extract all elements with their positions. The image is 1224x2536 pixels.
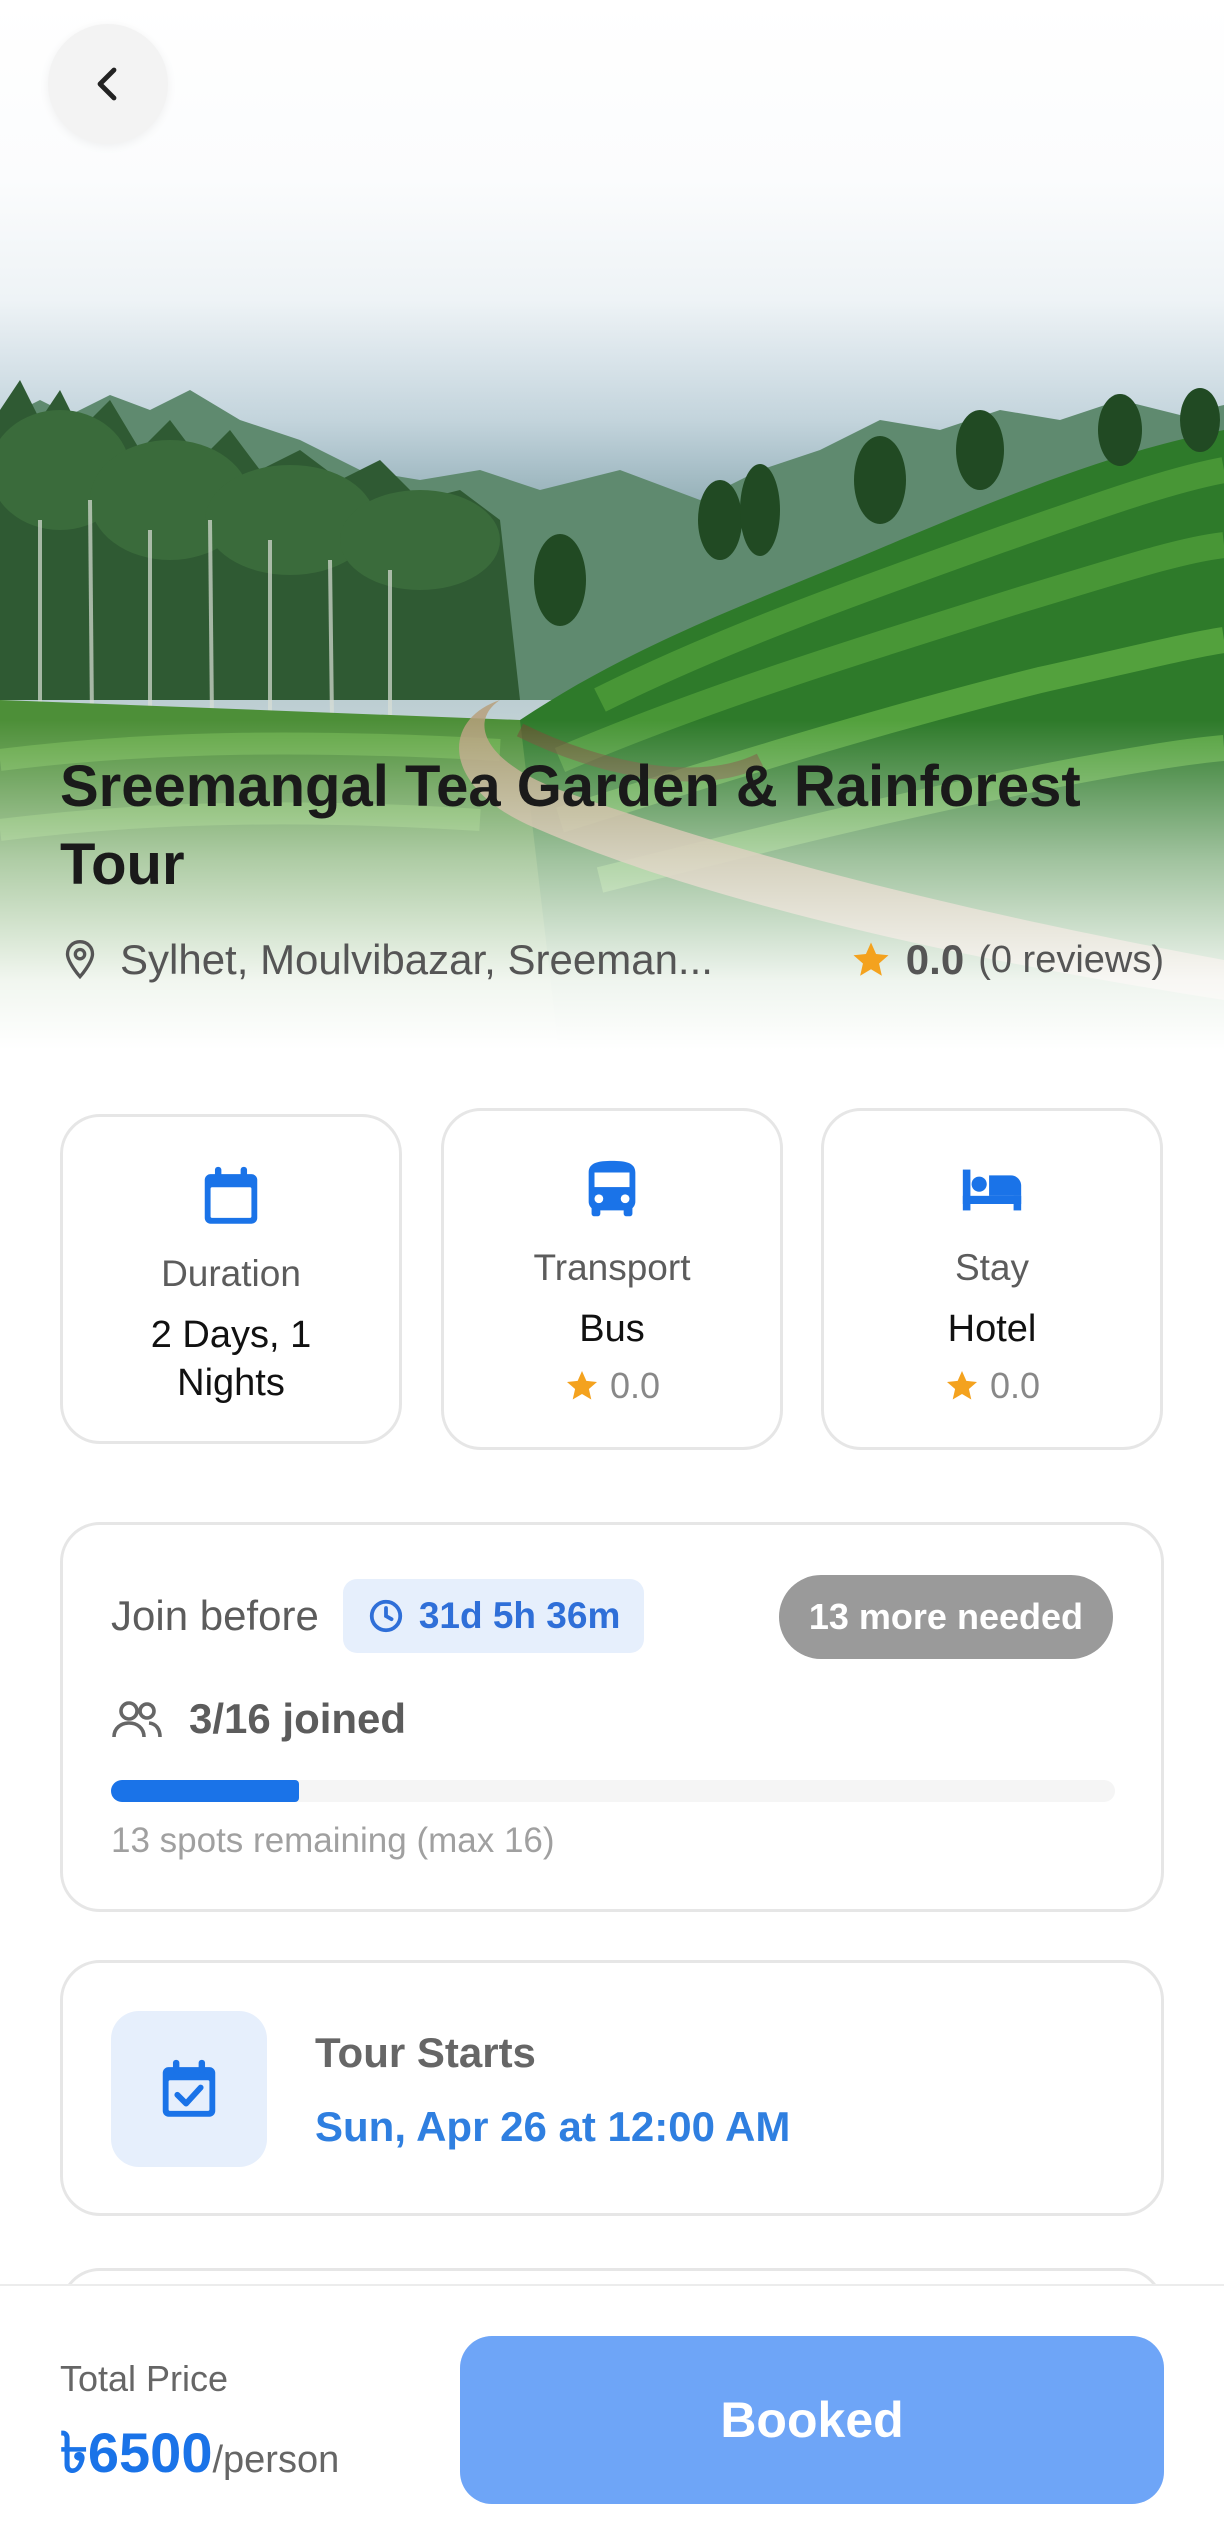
tour-title: Sreemangal Tea Garden & Rainforest Tour (60, 754, 1081, 897)
joined-count: 3/16 joined (189, 1695, 407, 1742)
star-icon (946, 1371, 977, 1400)
bus-icon (588, 1160, 636, 1217)
calendar-icon (204, 1166, 258, 1224)
transport-card: Transport Bus 0.0 (441, 1108, 783, 1450)
stay-value: Hotel (947, 1308, 1037, 1350)
tour-start-card: Tour Starts Sun, Apr 26 at 12:00 AM (60, 1960, 1164, 2216)
chevron-left-icon (97, 67, 117, 101)
transport-value: Bus (579, 1308, 645, 1350)
tour-starts-label: Tour Starts (315, 2029, 536, 2076)
stay-label: Stay (954, 1247, 1030, 1288)
users-icon (112, 1701, 162, 1738)
bed-icon (962, 1169, 1022, 1211)
duration-label: Duration (161, 1253, 301, 1294)
review-count: (0 reviews) (978, 938, 1164, 981)
spots-remaining: 13 spots remaining (max 16) (111, 1821, 555, 1860)
star-icon (566, 1371, 597, 1400)
rating-value: 0.0 (905, 936, 965, 983)
join-progress-fill (111, 1780, 300, 1802)
stay-card: Stay Hotel 0.0 (821, 1108, 1163, 1450)
tour-starts-value: Sun, Apr 26 at 12:00 AM (315, 2103, 791, 2150)
stay-rating: 0.0 (944, 1365, 1040, 1407)
price-amount: ৳6500 (60, 2421, 213, 2484)
duration-value: 2 Days, 1 Nights (150, 1314, 312, 1404)
tour-detail-page: Sreemangal Tea Garden & Rainforest Tour … (0, 0, 1224, 2536)
join-progress-bar (111, 1780, 1115, 1802)
total-price-label: Total Price (60, 2358, 229, 2399)
map-pin-icon (65, 939, 95, 980)
duration-card: Duration 2 Days, 1 Nights (60, 1114, 402, 1444)
countdown-badge: 31d 5h 36m (342, 1579, 645, 1653)
calendar-check-icon (162, 2059, 216, 2117)
price-unit: /person (212, 2439, 340, 2481)
booked-button[interactable]: Booked (460, 2336, 1164, 2504)
location-text: Sylhet, Moulvibazar, Sreeman... (120, 936, 713, 983)
price: ৳6500 /person (60, 2410, 339, 2504)
hero-image: Sreemangal Tea Garden & Rainforest Tour … (0, 0, 1224, 1060)
bottom-bar: Total Price ৳6500 /person Booked (0, 2284, 1224, 2536)
clock-icon (369, 1599, 402, 1633)
back-button[interactable] (48, 24, 168, 144)
join-status-card: Join before 31d 5h 36m 13 more needed 3/… (60, 1522, 1164, 1912)
transport-rating: 0.0 (564, 1365, 660, 1407)
star-icon (853, 942, 889, 976)
join-before-label: Join before (111, 1592, 319, 1639)
transport-label: Transport (533, 1247, 691, 1288)
location-rating-row: Sylhet, Moulvibazar, Sreeman... 0.0 (0 r… (60, 930, 1164, 990)
more-needed-badge: 13 more needed (778, 1575, 1113, 1659)
rating-summary[interactable]: 0.0 (0 reviews) (850, 936, 1164, 984)
